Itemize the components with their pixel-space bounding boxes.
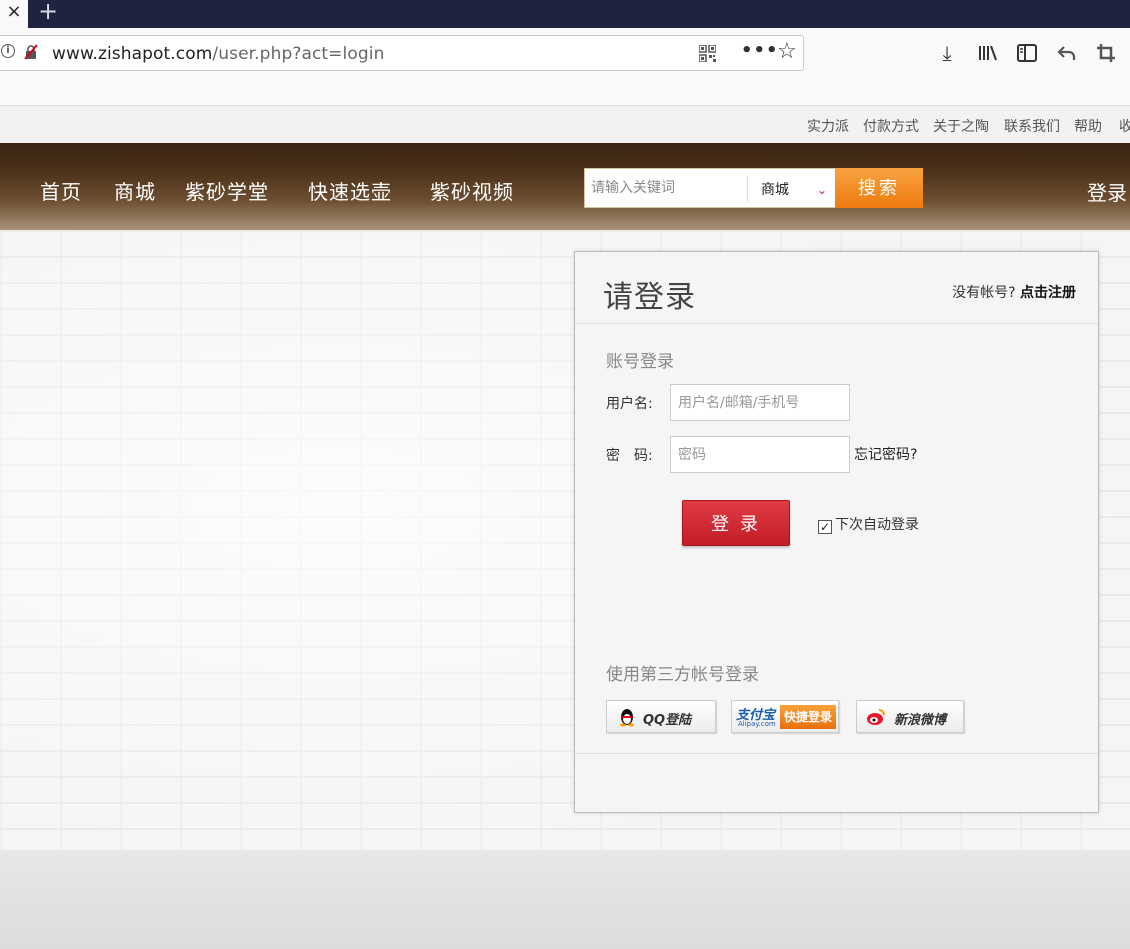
card-divider	[575, 323, 1098, 324]
site-info-icon[interactable]: i	[1, 44, 15, 58]
password-input[interactable]	[670, 436, 850, 473]
qr-code-icon[interactable]	[699, 45, 716, 62]
weibo-login-button[interactable]: 新浪微博	[856, 700, 964, 733]
address-bar[interactable]: i www.zishapot.com/user.php?act=login ••…	[0, 35, 804, 71]
insecure-lock-icon[interactable]	[23, 44, 39, 60]
register-link[interactable]: 点击注册	[1020, 285, 1076, 301]
nav-item-home[interactable]: 首页	[40, 176, 82, 205]
nav-item-academy[interactable]: 紫砂学堂	[185, 176, 269, 205]
new-tab-button[interactable]: +	[34, 0, 62, 28]
remember-checkbox[interactable]: ✓	[818, 520, 832, 534]
alipay-brand-sub: Alipay.com	[738, 720, 776, 728]
chevron-down-icon: ⌄	[816, 183, 827, 197]
top-link-payment[interactable]: 付款方式	[863, 116, 919, 136]
search-box: 商城 ⌄ 搜索	[584, 168, 923, 208]
top-link-favorite[interactable]: 收	[1119, 116, 1130, 136]
forgot-password-link[interactable]: 忘记密码?	[854, 444, 917, 464]
qq-login-label: QQ登陆	[643, 713, 692, 728]
username-input[interactable]	[670, 384, 850, 421]
search-scope-select[interactable]: 商城 ⌄	[747, 176, 835, 202]
top-link-contact[interactable]: 联系我们	[1004, 116, 1060, 136]
url-host: www.zishapot.com	[52, 44, 213, 64]
close-tab-icon[interactable]: ×	[0, 0, 28, 28]
nav-item-mall[interactable]: 商城	[114, 176, 156, 205]
crop-screenshot-icon[interactable]	[1094, 41, 1118, 65]
search-input[interactable]	[585, 169, 747, 207]
alipay-login-button[interactable]: 支付宝 Alipay.com 快捷登录	[731, 700, 839, 733]
weibo-icon	[867, 709, 885, 725]
password-label: 密 码:	[606, 448, 653, 464]
nav-item-quick-select[interactable]: 快速选壶	[308, 176, 392, 205]
browser-tab-strip: × +	[0, 0, 1130, 28]
search-button[interactable]: 搜索	[835, 168, 923, 208]
bookmarks-bar	[0, 80, 1130, 106]
alipay-login-label: 快捷登录	[780, 705, 836, 729]
qq-penguin-icon	[620, 709, 634, 727]
browser-nav-bar: i www.zishapot.com/user.php?act=login ••…	[0, 28, 1130, 80]
url-path: /user.php?act=login	[212, 44, 385, 64]
card-bottom-divider	[575, 753, 1098, 754]
header-login-link[interactable]: 登录	[1087, 177, 1127, 206]
page-footer-area	[0, 850, 1130, 949]
top-link-shilipai[interactable]: 实力派	[807, 116, 849, 136]
sidebar-icon[interactable]	[1015, 41, 1039, 65]
username-label: 用户名:	[606, 396, 653, 412]
download-icon[interactable]: ⤓	[935, 41, 959, 65]
back-arrow-icon[interactable]	[1055, 41, 1079, 65]
login-card: 请登录 没有帐号? 点击注册 账号登录 用户名: 密 码: 忘记密码? 登 录 …	[574, 251, 1099, 813]
url-text[interactable]: www.zishapot.com/user.php?act=login	[52, 44, 384, 64]
bookmark-star-icon[interactable]: ☆	[777, 39, 797, 64]
page-actions-icon[interactable]: •••	[741, 40, 779, 61]
qq-login-button[interactable]: QQ登陆	[606, 700, 716, 733]
search-scope-value: 商城	[761, 182, 789, 198]
top-link-help[interactable]: 帮助	[1074, 116, 1102, 136]
top-link-about[interactable]: 关于之陶	[933, 116, 989, 136]
login-title: 请登录	[603, 280, 696, 315]
third-party-heading: 使用第三方帐号登录	[606, 665, 759, 685]
weibo-login-label: 新浪微博	[894, 713, 947, 728]
site-header: 首页 商城 紫砂学堂 快速选壶 紫砂视频 商城 ⌄ 搜索 登录	[0, 143, 1130, 230]
nav-item-video[interactable]: 紫砂视频	[430, 176, 514, 205]
library-icon[interactable]	[976, 41, 1000, 65]
site-top-links: 实力派 付款方式 关于之陶 联系我们 帮助 收	[0, 106, 1130, 143]
remember-me[interactable]: ✓ 下次自动登录	[818, 514, 919, 534]
register-prompt: 没有帐号? 点击注册	[952, 282, 1076, 302]
no-account-text: 没有帐号?	[952, 285, 1016, 301]
login-submit-button[interactable]: 登 录	[682, 500, 790, 546]
account-login-heading: 账号登录	[606, 352, 674, 372]
remember-label: 下次自动登录	[835, 517, 919, 533]
